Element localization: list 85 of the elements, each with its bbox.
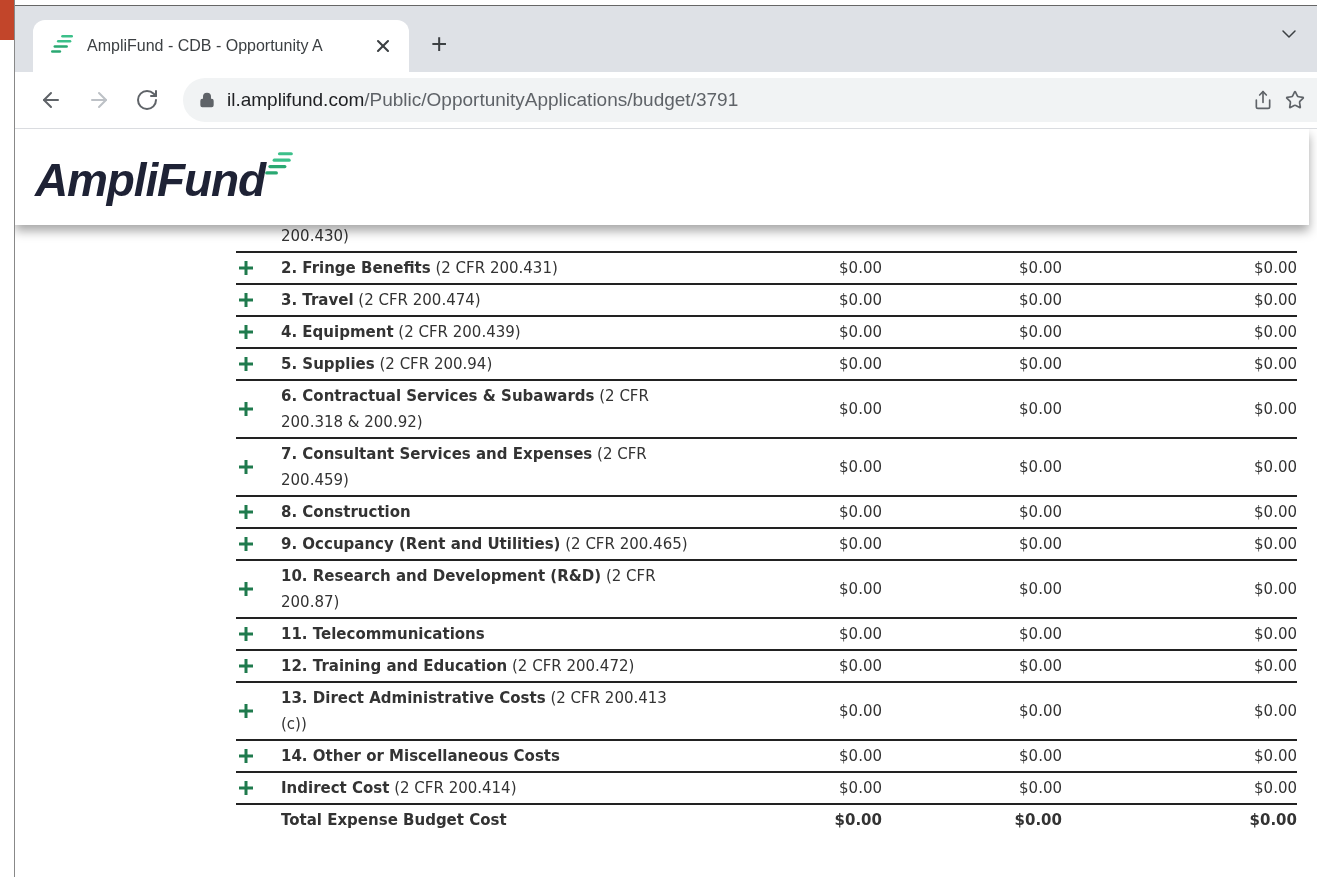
plus-icon[interactable] [238, 748, 254, 764]
total-label: Total Expense Budget Cost [281, 811, 507, 829]
amount-cell: $0.00 [1019, 657, 1062, 675]
budget-category: 12. Training and Education (2 CFR 200.472) [281, 657, 635, 675]
plus-icon[interactable] [238, 356, 254, 372]
amount-cell: $0.00 [1254, 657, 1297, 675]
amount-cell: $0.00 [1254, 400, 1297, 418]
amount-cell: $0.00 [1254, 259, 1297, 277]
amount-cell: $0.00 [839, 400, 882, 418]
amount-cell: $0.00 [1254, 355, 1297, 373]
amount-cell: $0.00 [1254, 503, 1297, 521]
amount-cell: $0.00 [1019, 400, 1062, 418]
amount-cell: $0.00 [839, 259, 882, 277]
amount-cell: $0.00 [1019, 259, 1062, 277]
amount-cell: $0.00 [839, 503, 882, 521]
amount-cell: $0.00 [1254, 625, 1297, 643]
amount-cell: $0.00 [1249, 811, 1297, 829]
address-bar[interactable]: il.amplifund.com/Public/OpportunityApplications/budget/3791 [183, 78, 1317, 122]
amount-cell: $0.00 [839, 323, 882, 341]
bookmark-star-icon[interactable] [1285, 90, 1305, 110]
amount-cell: $0.00 [839, 702, 882, 720]
tab-title: AmpliFund - CDB - Opportunity A [87, 36, 324, 56]
budget-category: 13. Direct Administrative Costs (2 CFR 200.413 (c)) [281, 689, 667, 733]
plus-icon[interactable] [238, 780, 254, 796]
plus-icon[interactable] [238, 581, 254, 597]
amount-cell: $0.00 [1019, 625, 1062, 643]
amount-cell: $0.00 [1019, 702, 1062, 720]
amount-cell: $0.00 [839, 355, 882, 373]
amount-cell: $0.00 [1019, 747, 1062, 765]
plus-icon[interactable] [238, 401, 254, 417]
amount-cell: $0.00 [839, 779, 882, 797]
budget-category: 200.430) [281, 227, 349, 245]
budget-category: 6. Contractual Services & Subawards (2 CFR 200.318 & 200.92) [281, 387, 649, 431]
amount-cell: $0.00 [1019, 779, 1062, 797]
amount-cell: $0.00 [1019, 503, 1062, 521]
lock-icon [199, 92, 215, 108]
plus-icon[interactable] [238, 504, 254, 520]
budget-category: 2. Fringe Benefits (2 CFR 200.431) [281, 259, 558, 277]
amount-cell: $0.00 [839, 535, 882, 553]
amount-cell: $0.00 [1254, 747, 1297, 765]
budget-category: 7. Consultant Services and Expenses (2 CFR 200.459) [281, 445, 647, 489]
budget-category: 10. Research and Development (R&D) (2 CFR 200.87) [281, 567, 656, 611]
amount-cell: $0.00 [839, 458, 882, 476]
amount-cell: $0.00 [1019, 458, 1062, 476]
url-text: il.amplifund.com/Public/OpportunityApplications/budget/3791 [227, 87, 739, 112]
amount-cell: $0.00 [839, 291, 882, 309]
plus-icon[interactable] [238, 292, 254, 308]
plus-icon[interactable] [238, 459, 254, 475]
amount-cell: $0.00 [834, 811, 882, 829]
budget-category: 9. Occupancy (Rent and Utilities) (2 CFR 200.465) [281, 535, 688, 553]
amount-cell: $0.00 [1254, 535, 1297, 553]
amount-cell: $0.00 [1254, 779, 1297, 797]
amount-cell: $0.00 [1019, 580, 1062, 598]
plus-icon[interactable] [238, 536, 254, 552]
plus-icon[interactable] [238, 658, 254, 674]
plus-icon[interactable] [238, 260, 254, 276]
amount-cell: $0.00 [1254, 702, 1297, 720]
budget-category: 4. Equipment (2 CFR 200.439) [281, 323, 521, 341]
amount-cell: $0.00 [1019, 323, 1062, 341]
plus-icon[interactable] [238, 324, 254, 340]
amount-cell: $0.00 [1014, 811, 1062, 829]
browser-tab[interactable]: AmpliFund - CDB - Opportunity A [33, 20, 409, 72]
budget-category: 14. Other or Miscellaneous Costs [281, 747, 560, 765]
plus-icon[interactable] [238, 703, 254, 719]
background-window-edge [0, 0, 14, 40]
amount-cell: $0.00 [839, 657, 882, 675]
amount-cell: $0.00 [1254, 291, 1297, 309]
budget-category: 3. Travel (2 CFR 200.474) [281, 291, 481, 309]
reload-icon[interactable] [135, 88, 159, 112]
amount-cell: $0.00 [1019, 535, 1062, 553]
budget-category: 5. Supplies (2 CFR 200.94) [281, 355, 493, 373]
amount-cell: $0.00 [839, 625, 882, 643]
plus-icon[interactable] [238, 626, 254, 642]
budget-category: 11. Telecommunications [281, 625, 485, 643]
amount-cell: $0.00 [1254, 580, 1297, 598]
share-icon[interactable] [1253, 90, 1273, 110]
amount-cell: $0.00 [1019, 355, 1062, 373]
budget-category: 8. Construction [281, 503, 411, 521]
budget-category: Indirect Cost (2 CFR 200.414) [281, 779, 517, 797]
amount-cell: $0.00 [1019, 291, 1062, 309]
amount-cell: $0.00 [839, 580, 882, 598]
amount-cell: $0.00 [839, 747, 882, 765]
amount-cell: $0.00 [1254, 323, 1297, 341]
new-tab-button[interactable]: + [431, 30, 448, 58]
amount-cell: $0.00 [1254, 458, 1297, 476]
